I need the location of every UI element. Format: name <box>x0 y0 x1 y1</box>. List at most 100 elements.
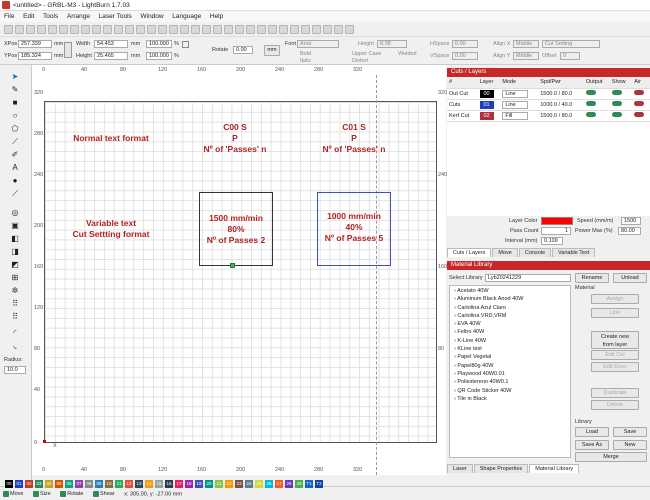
circular-array-icon[interactable]: ✲ <box>9 285 21 296</box>
save-icon[interactable] <box>26 25 35 34</box>
edit-desc-button[interactable]: Edit Desc <box>591 362 639 372</box>
width-field[interactable]: 54.453 <box>94 40 128 48</box>
box1-text-line-3[interactable]: Nº of Passes 2 <box>199 235 273 245</box>
normal-text-label[interactable]: Normal text format <box>56 133 166 143</box>
layer-swatch[interactable]: 00 <box>479 89 494 98</box>
output-toggle[interactable] <box>585 112 596 117</box>
tab-variable-text[interactable]: Variable Text <box>552 248 596 257</box>
c00-text-line-2[interactable]: P <box>195 133 275 143</box>
palette-swatch[interactable]: T2 <box>315 480 323 488</box>
palette-swatch[interactable]: 05 <box>55 480 63 488</box>
palette-swatch[interactable]: 12 <box>125 480 133 488</box>
offset-shapes-icon[interactable]: ◎ <box>9 207 21 218</box>
hspace-field[interactable]: 0.00 <box>452 40 478 48</box>
copy-icon[interactable] <box>59 25 68 34</box>
list-item[interactable]: › QR Code Sticker 40W <box>450 387 570 395</box>
polygon-tool-icon[interactable]: ⬠ <box>9 123 21 134</box>
align-center-icon[interactable] <box>257 25 266 34</box>
welded-checkbox[interactable]: Welded <box>398 51 417 57</box>
ungroup-icon[interactable] <box>202 25 211 34</box>
palette-swatch[interactable]: 10 <box>105 480 113 488</box>
apply-path-icon[interactable]: ⠿ <box>9 311 21 322</box>
rotate-checkbox[interactable] <box>60 491 67 497</box>
height-percent-field[interactable]: 100.000 <box>146 52 172 60</box>
variable-text-line-2[interactable]: Cut Settting format <box>52 229 170 239</box>
edit-nodes-icon[interactable]: ✎ <box>9 84 21 95</box>
italic-checkbox[interactable]: Italic <box>300 58 311 64</box>
list-item[interactable]: › EVA 40W <box>450 320 570 328</box>
align-left-icon[interactable] <box>213 25 222 34</box>
menu-arrange[interactable]: Arrange <box>67 13 90 20</box>
rename-button[interactable]: Rename <box>575 273 609 283</box>
menu-window[interactable]: Window <box>140 13 163 20</box>
interval-field[interactable]: 0.100 <box>541 237 563 245</box>
paste-icon[interactable] <box>70 25 79 34</box>
group-icon[interactable] <box>191 25 200 34</box>
tab-cuts-layers[interactable]: Cuts / Layers <box>447 248 492 257</box>
mode-select[interactable]: Line <box>502 89 529 98</box>
list-item[interactable]: › Papel Vegetal <box>450 353 570 361</box>
boolean-intersect-icon[interactable]: ◩ <box>9 259 21 270</box>
align-right-icon[interactable] <box>224 25 233 34</box>
draw-lines-icon[interactable]: ✐ <box>9 149 21 160</box>
menu-tools[interactable]: Tools <box>43 13 58 20</box>
box2-text-line-2[interactable]: 40% <box>317 222 391 232</box>
pass-count-field[interactable]: 1 <box>541 227 571 235</box>
tab-material-library[interactable]: Material Library <box>529 464 580 473</box>
offset-field[interactable]: 0 <box>560 52 580 60</box>
lock-ratio-icon[interactable] <box>182 41 189 48</box>
zoom-out-icon[interactable] <box>125 25 134 34</box>
flip-icon[interactable] <box>279 25 288 34</box>
align-bottom-icon[interactable] <box>246 25 255 34</box>
box1-text-line-2[interactable]: 80% <box>199 224 273 234</box>
unload-button[interactable]: Unload <box>613 273 647 283</box>
move-checkbox[interactable] <box>3 491 9 497</box>
palette-swatch[interactable]: 25 <box>255 480 263 488</box>
table-row[interactable]: Kerf Cut 02 Fill 1500.0 / 80.0 <box>447 110 650 122</box>
rectangle-tool-icon[interactable]: ■ <box>9 97 21 108</box>
tab-move[interactable]: Move <box>492 248 518 257</box>
palette-swatch[interactable]: T1 <box>305 480 313 488</box>
cut-setting-select[interactable]: Cut Setting <box>542 40 600 48</box>
layer-color-swatch[interactable] <box>541 217 573 225</box>
edit-cut-button[interactable]: Edit Cut <box>591 350 639 360</box>
list-item[interactable]: › Aluminum Black Anod 40W <box>450 295 570 303</box>
palette-swatch[interactable]: 16 <box>165 480 173 488</box>
vspace-field[interactable]: 0.00 <box>452 52 478 60</box>
align-y-select[interactable]: Middle <box>513 52 539 60</box>
new-button[interactable]: New <box>613 440 647 450</box>
distribute-icon[interactable] <box>268 25 277 34</box>
list-item[interactable]: › Papel80g 40W <box>450 362 570 370</box>
tabs-icon[interactable]: ⠿ <box>9 298 21 309</box>
align-x-select[interactable]: Middle <box>513 40 539 48</box>
camera-icon[interactable] <box>147 25 156 34</box>
list-item[interactable]: › KLine test <box>450 345 570 353</box>
palette-swatch[interactable]: 00 <box>5 480 13 488</box>
import-icon[interactable] <box>15 25 24 34</box>
c01-text-line-2[interactable]: P <box>314 133 394 143</box>
palette-swatch[interactable]: 06 <box>65 480 73 488</box>
palette-swatch[interactable]: 17 <box>175 480 183 488</box>
text-height-field[interactable]: 8.38 <box>377 40 407 48</box>
palette-swatch[interactable]: 11 <box>115 480 123 488</box>
mirror-icon[interactable] <box>290 25 299 34</box>
list-item[interactable]: › Cartolina VRD,VRM <box>450 312 570 320</box>
power-field[interactable]: 80.00 <box>618 227 641 235</box>
list-item[interactable]: › Acetato 40W <box>450 287 570 295</box>
selection-handle[interactable] <box>230 263 235 268</box>
palette-swatch[interactable]: 27 <box>275 480 283 488</box>
array-icon[interactable] <box>345 25 354 34</box>
align-top-icon[interactable] <box>235 25 244 34</box>
anchor-icon[interactable] <box>64 42 72 58</box>
tab-laser[interactable]: Laser <box>447 464 473 473</box>
palette-swatch[interactable]: 23 <box>235 480 243 488</box>
palette-swatch[interactable]: 24 <box>245 480 253 488</box>
boolean-union-icon[interactable]: ◧ <box>9 233 21 244</box>
list-item[interactable]: › Cartolina Azul Claro <box>450 304 570 312</box>
mode-select[interactable]: Line <box>502 100 529 109</box>
zoom-fit-icon[interactable] <box>136 25 145 34</box>
air-toggle[interactable] <box>634 101 645 106</box>
palette-swatch[interactable]: 08 <box>85 480 93 488</box>
line-tool-icon[interactable]: ⟋ <box>9 136 21 147</box>
box2-text-line-1[interactable]: 1000 mm/min <box>317 211 391 221</box>
